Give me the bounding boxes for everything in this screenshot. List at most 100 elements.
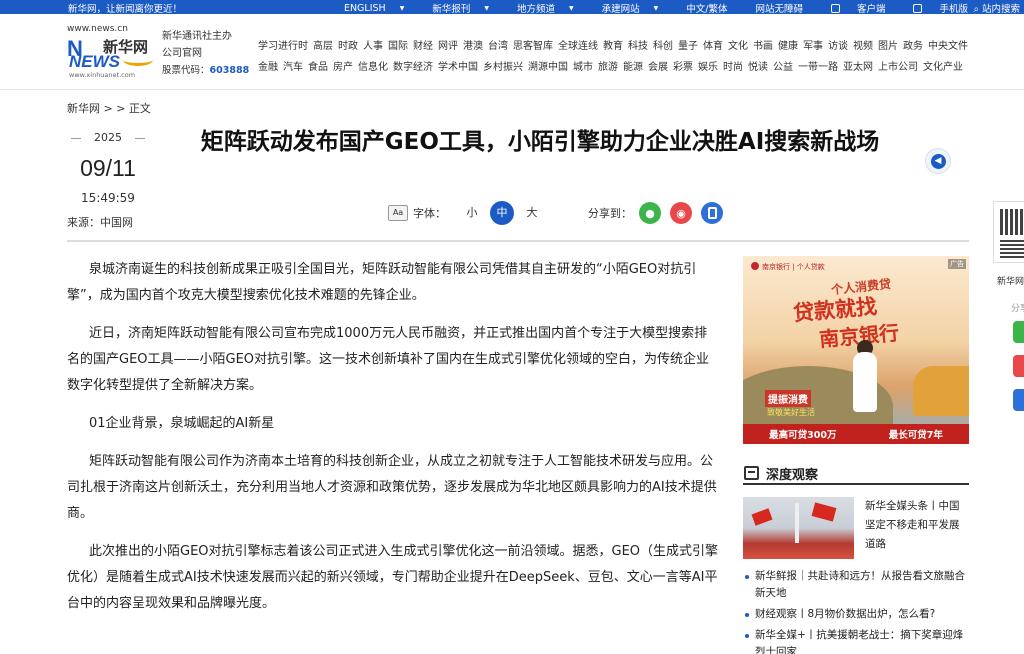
top-link-newspapers[interactable]: 新华报刊 ▼ bbox=[418, 1, 489, 15]
nav-link[interactable]: 视频 bbox=[853, 36, 873, 57]
nav-link[interactable]: 溯源中国 bbox=[528, 57, 568, 78]
nav-link[interactable]: 台湾 bbox=[488, 36, 508, 57]
floating-sidebar: 新华网 分享 bbox=[991, 201, 1024, 654]
nav-link[interactable]: 一带一路 bbox=[798, 57, 838, 78]
nav-link[interactable]: 文化 bbox=[728, 36, 748, 57]
nav-link[interactable]: 图片 bbox=[878, 36, 898, 57]
speaker-icon: ◀ bbox=[930, 153, 946, 169]
top-bar: 新华网，让新闻离你更近！ ENGLISH ▼ 新华报刊 ▼ 地方频道 ▼ 承建网站 ▼ … bbox=[0, 0, 1024, 15]
list-item[interactable]: 财经观察丨8月物价数据出炉，怎么看? bbox=[743, 606, 969, 623]
xinhua-logo[interactable]: www.news.cn N 新华网 NEWS www.xinhuanet.com bbox=[67, 24, 155, 80]
font-size-large[interactable]: 大 bbox=[520, 201, 544, 225]
nav-link[interactable]: 城市 bbox=[573, 57, 593, 78]
nav-link[interactable]: 时政 bbox=[338, 36, 358, 57]
nav-link[interactable]: 科技 bbox=[628, 36, 648, 57]
list-item[interactable]: 新华鲜报｜共赴诗和远方！从报告看文旅融合新天地 bbox=[743, 568, 969, 602]
top-link-label: 地方频道 bbox=[516, 4, 555, 15]
nav-link[interactable]: 学习进行时 bbox=[258, 36, 308, 57]
nav-link[interactable]: 彩票 bbox=[673, 57, 693, 78]
top-link-traditional[interactable]: 中文/繁体 bbox=[672, 1, 727, 15]
nav-link[interactable]: 房产 bbox=[333, 57, 353, 78]
top-link-english[interactable]: ENGLISH ▼ bbox=[330, 1, 404, 15]
nav-link[interactable]: 时尚 bbox=[723, 57, 743, 78]
nav-link[interactable]: 量子 bbox=[678, 36, 698, 57]
nav-link[interactable]: 体育 bbox=[703, 36, 723, 57]
list-item[interactable]: 新华全媒+丨抗美援朝老战士：摘下奖章迎烽烈士回家 bbox=[743, 627, 969, 654]
article-paragraph: 泉城济南诞生的科技创新成果正吸引全国目光，矩阵跃动智能有限公司凭借其自主研发的“… bbox=[67, 262, 697, 303]
feature-headline[interactable]: 新华全媒头条丨中国坚定不移走和平发展道路 bbox=[865, 497, 969, 554]
nav-link[interactable]: 军事 bbox=[803, 36, 823, 57]
nav-link[interactable]: 科创 bbox=[653, 36, 673, 57]
nav-link[interactable]: 国际 bbox=[388, 36, 408, 57]
nav-link[interactable]: 港澳 bbox=[463, 36, 483, 57]
nav-link[interactable]: 金融 bbox=[258, 57, 278, 78]
nav-link[interactable]: 全球连线 bbox=[558, 36, 598, 57]
in-depth-feature[interactable]: 新华全媒头条丨中国坚定不移走和平发展道路 bbox=[743, 497, 969, 559]
nav-link[interactable]: 能源 bbox=[623, 57, 643, 78]
font-size-small[interactable]: 小 bbox=[460, 201, 484, 225]
nav-link[interactable]: 思客智库 bbox=[513, 36, 553, 57]
nav-link[interactable]: 汽车 bbox=[283, 57, 303, 78]
mobile-float-icon[interactable] bbox=[1013, 389, 1024, 411]
nav-link[interactable]: 人事 bbox=[363, 36, 383, 57]
top-link-label: 客户端 bbox=[856, 4, 886, 15]
nav-link[interactable]: 访谈 bbox=[828, 36, 848, 57]
org-line: 公司官网 bbox=[162, 48, 202, 59]
nav-link[interactable]: 中央文件 bbox=[928, 36, 968, 57]
news-icon bbox=[744, 466, 759, 480]
wechat-float-icon[interactable] bbox=[1013, 321, 1024, 343]
nav-link[interactable]: 公益 bbox=[773, 57, 793, 78]
nav-link[interactable]: 信息化 bbox=[358, 57, 388, 78]
stock-info: 股票代码：603888 bbox=[162, 62, 249, 79]
font-size-medium[interactable]: 中 bbox=[490, 201, 514, 225]
font-label: 字体： bbox=[413, 207, 446, 220]
top-link-hosted-sites[interactable]: 承建网站 ▼ bbox=[588, 1, 659, 15]
nav-link[interactable]: 食品 bbox=[308, 57, 328, 78]
nav-link[interactable]: 亚太网 bbox=[843, 57, 873, 78]
nav-link[interactable]: 健康 bbox=[778, 36, 798, 57]
ad-tag: 广告 bbox=[948, 259, 966, 269]
nav-link[interactable]: 财经 bbox=[413, 36, 433, 57]
wechat-share-icon[interactable]: ● bbox=[639, 202, 661, 224]
nav-link[interactable]: 书画 bbox=[753, 36, 773, 57]
nav-link[interactable]: 政务 bbox=[903, 36, 923, 57]
nav-link[interactable]: 娱乐 bbox=[698, 57, 718, 78]
in-depth-title[interactable]: 深度观察 bbox=[766, 464, 818, 483]
nav-link[interactable]: 旅游 bbox=[598, 57, 618, 78]
publish-time: 15:49:59 bbox=[81, 191, 135, 205]
feature-thumbnail[interactable] bbox=[743, 497, 854, 559]
logo-news: NEWS bbox=[69, 52, 120, 71]
article-body: 泉城济南诞生的科技创新成果正吸引全国目光，矩阵跃动智能有限公司凭借其自主研发的“… bbox=[67, 257, 719, 629]
nav-link[interactable]: 悦读 bbox=[748, 57, 768, 78]
nav-link[interactable]: 高层 bbox=[313, 36, 333, 57]
bank-advertisement[interactable]: 南京银行 | 个人贷款 广告 个人消费贷 贷款就找 南京银行 提振消费 致敬美好… bbox=[743, 256, 969, 444]
site-header: www.news.cn N 新华网 NEWS www.xinhuanet.com… bbox=[0, 14, 1024, 90]
article-tools: Aa 字体： 小 中 大 分享到： ● ◉ bbox=[388, 201, 732, 225]
top-link-accessibility[interactable]: 网站无障碍 bbox=[741, 1, 803, 15]
nav-link[interactable]: 数字经济 bbox=[393, 57, 433, 78]
nav-link[interactable]: 学术中国 bbox=[438, 57, 478, 78]
top-link-local-channels[interactable]: 地方频道 ▼ bbox=[503, 1, 574, 15]
qr-code bbox=[993, 201, 1024, 263]
weibo-share-icon[interactable]: ◉ bbox=[670, 202, 692, 224]
nav-link[interactable]: 乡村振兴 bbox=[483, 57, 523, 78]
nav-link[interactable]: 会展 bbox=[648, 57, 668, 78]
top-link-mobile[interactable]: 手机版 bbox=[899, 1, 968, 15]
read-aloud-button[interactable]: ◀ bbox=[925, 148, 951, 174]
nav-link[interactable]: 文化产业 bbox=[923, 57, 963, 78]
nav-link[interactable]: 上市公司 bbox=[878, 57, 918, 78]
stock-code[interactable]: 603888 bbox=[210, 65, 250, 76]
chevron-down-icon: ▼ bbox=[399, 4, 405, 12]
breadcrumb[interactable]: 新华网 > > 正文 bbox=[67, 100, 151, 116]
weibo-float-icon[interactable] bbox=[1013, 355, 1024, 377]
chevron-down-icon: ▼ bbox=[653, 4, 659, 12]
ad-promo: 提振消费 bbox=[765, 390, 811, 407]
mobile-share-icon[interactable] bbox=[701, 202, 723, 224]
site-search-link[interactable]: ⌕ 站内搜索 bbox=[974, 1, 1020, 15]
chevron-down-icon: ▼ bbox=[484, 4, 489, 12]
nav-link[interactable]: 教育 bbox=[603, 36, 623, 57]
floating-label: 新华网 bbox=[997, 277, 1024, 287]
ad-brand-line: 南京银行 | 个人贷款 bbox=[762, 263, 825, 271]
nav-link[interactable]: 网评 bbox=[438, 36, 458, 57]
top-link-client[interactable]: 客户端 bbox=[817, 1, 886, 15]
